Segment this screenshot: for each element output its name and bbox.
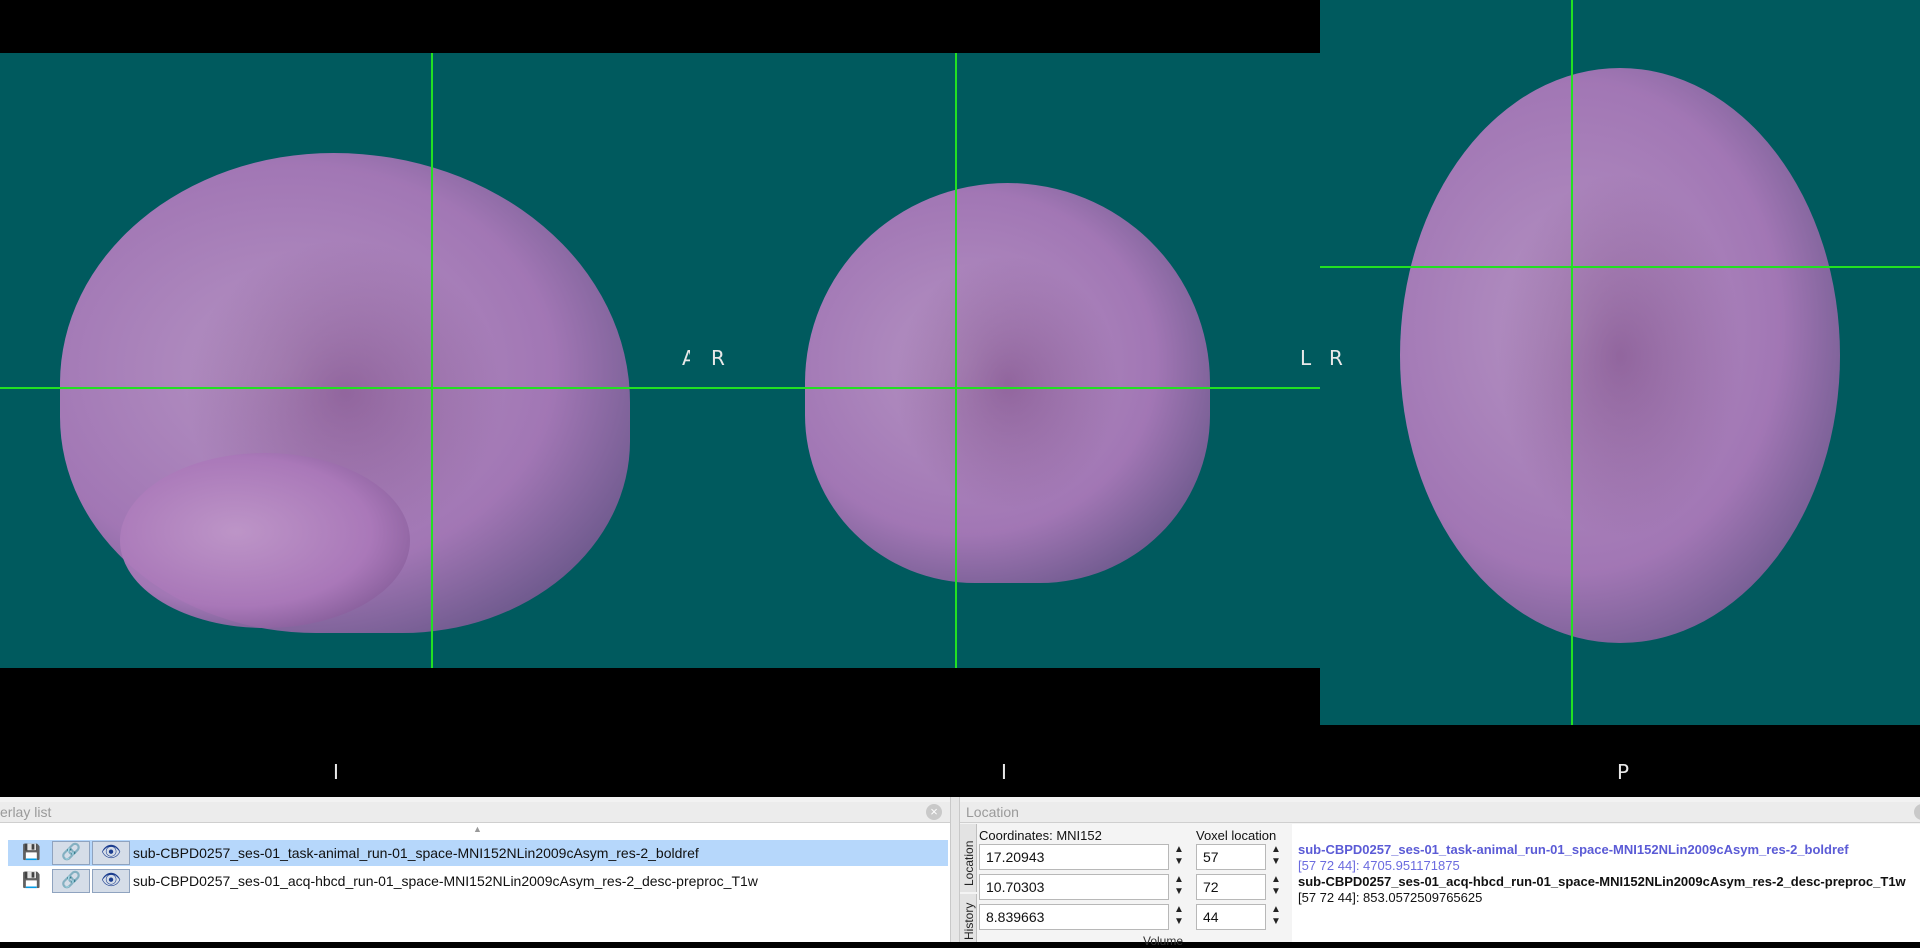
location-title: Location xyxy=(966,804,1019,820)
voxel-j-stepper[interactable]: ▲ ▼ xyxy=(1268,874,1284,900)
coronal-label-left: L xyxy=(1300,346,1312,370)
axial-label-posterior: P xyxy=(1617,760,1630,784)
voxel-j-input[interactable]: 72 xyxy=(1196,874,1266,900)
coordinate-z-input[interactable]: 8.839663 xyxy=(979,904,1169,930)
coronal-label-inferior: I xyxy=(1001,760,1007,784)
coordinate-y-input[interactable]: 10.70303 xyxy=(979,874,1169,900)
location-header: Location xyxy=(960,802,1920,823)
tab-history[interactable]: History xyxy=(960,894,977,942)
volume-label: Volume xyxy=(1143,934,1184,948)
coordinate-z-stepper[interactable]: ▲ ▼ xyxy=(1171,904,1187,930)
sagittal-view[interactable] xyxy=(0,53,690,668)
info-boldref-name: sub-CBPD0257_ses-01_task-animal_run-01_s… xyxy=(1298,842,1849,857)
tab-location-label: Location xyxy=(962,840,976,886)
voxel-location-label: Voxel location xyxy=(1196,828,1277,843)
coronal-brain-slice xyxy=(805,183,1210,583)
coordinate-y-stepper[interactable]: ▲ ▼ xyxy=(1171,874,1187,900)
overlay-list-title: erlay list xyxy=(0,804,52,820)
info-t1w-value: [57 72 44]: 853.0572509765625 xyxy=(1298,890,1483,905)
voxel-k-input[interactable]: 44 xyxy=(1196,904,1266,930)
overlay-list-close-icon[interactable]: × xyxy=(926,804,942,820)
tab-location[interactable]: Location xyxy=(960,824,977,892)
coronal-crosshair-vertical xyxy=(955,53,957,668)
eye-icon[interactable]: 👁 xyxy=(92,841,130,865)
overlay-name: sub-CBPD0257_ses-01_task-animal_run-01_s… xyxy=(133,845,699,861)
location-info: sub-CBPD0257_ses-01_task-animal_run-01_s… xyxy=(1292,824,1920,942)
sagittal-crosshair-vertical xyxy=(431,53,433,668)
link-icon[interactable]: 🔗 xyxy=(52,869,90,893)
overlay-row-t1w[interactable]: 💾 🔗 👁 sub-CBPD0257_ses-01_acq-hbcd_run-0… xyxy=(8,868,948,894)
panel-divider[interactable] xyxy=(950,797,960,942)
info-t1w-name: sub-CBPD0257_ses-01_acq-hbcd_run-01_spac… xyxy=(1298,874,1906,889)
location-close-icon[interactable] xyxy=(1914,804,1920,820)
overlay-name: sub-CBPD0257_ses-01_acq-hbcd_run-01_spac… xyxy=(133,873,758,889)
coronal-crosshair-horizontal xyxy=(690,387,1320,389)
overlay-list-scroll-up-icon[interactable]: ▲ xyxy=(473,824,482,834)
overlay-row-boldref[interactable]: 💾 🔗 👁 sub-CBPD0257_ses-01_task-animal_ru… xyxy=(8,840,948,866)
info-boldref-value: [57 72 44]: 4705.951171875 xyxy=(1298,858,1460,873)
eye-icon[interactable]: 👁 xyxy=(92,869,130,893)
overlay-list-header: erlay list × xyxy=(0,802,950,823)
axial-view[interactable] xyxy=(1320,0,1920,725)
sagittal-cerebellum xyxy=(120,453,410,628)
axial-brain-slice xyxy=(1400,68,1840,643)
axial-label-right: R xyxy=(1329,346,1343,370)
coronal-view[interactable] xyxy=(690,53,1320,668)
coordinates-label: Coordinates: MNI152 xyxy=(979,828,1102,843)
axial-crosshair-vertical xyxy=(1571,0,1573,725)
axial-crosshair-horizontal xyxy=(1320,266,1920,268)
sagittal-crosshair-horizontal xyxy=(0,387,690,389)
tab-history-label: History xyxy=(962,902,976,940)
overlay-list-panel: erlay list × ▲ 💾 🔗 👁 sub-CBPD0257_ses-01… xyxy=(0,802,950,942)
coronal-label-right: R xyxy=(711,346,725,370)
coordinate-x-stepper[interactable]: ▲ ▼ xyxy=(1171,844,1187,870)
voxel-i-input[interactable]: 57 xyxy=(1196,844,1266,870)
link-icon[interactable]: 🔗 xyxy=(52,841,90,865)
voxel-i-stepper[interactable]: ▲ ▼ xyxy=(1268,844,1284,870)
coordinate-x-input[interactable]: 17.20943 xyxy=(979,844,1169,870)
sagittal-label-inferior: I xyxy=(333,760,339,784)
save-icon[interactable]: 💾 xyxy=(22,872,41,890)
location-panel: Location Location History Coordinates: M… xyxy=(960,802,1920,948)
voxel-k-stepper[interactable]: ▲ ▼ xyxy=(1268,904,1284,930)
save-icon[interactable]: 💾 xyxy=(22,844,41,862)
